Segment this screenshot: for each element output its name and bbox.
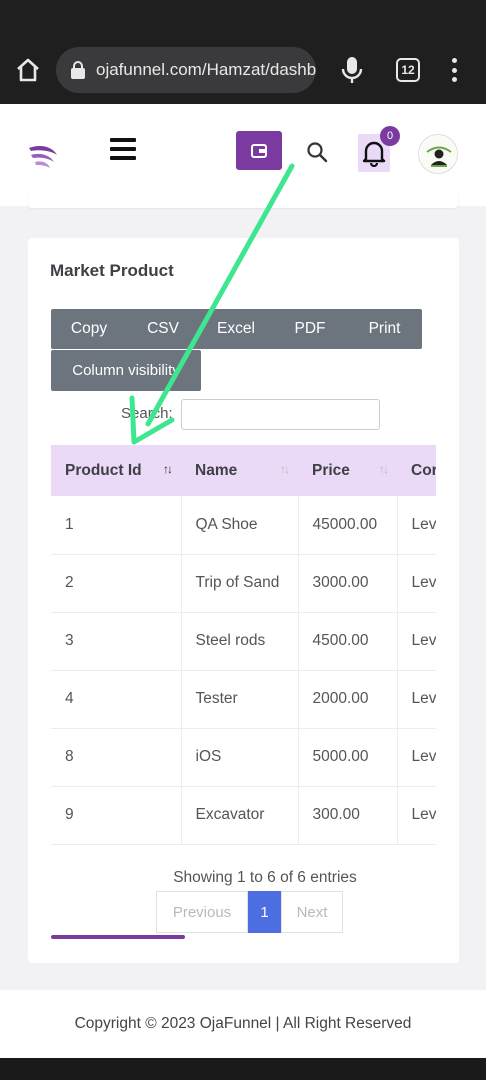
column-header-price[interactable]: Price ↑↓ [298, 445, 397, 496]
table-row: 9 Excavator 300.00 Lev [51, 786, 436, 845]
cell-product-id: 2 [51, 554, 182, 613]
csv-button[interactable]: CSV [127, 309, 199, 349]
search-icon[interactable] [305, 140, 329, 164]
pagination: Previous 1 Next [156, 891, 343, 933]
cell-name: QA Shoe [181, 496, 299, 555]
cell-name: iOS [181, 728, 299, 787]
cell-truncated: Lev [397, 612, 436, 671]
column-header-product-id[interactable]: Product Id ↑↓ [51, 445, 181, 496]
horizontal-scrollbar[interactable] [51, 935, 185, 939]
table-row: 4 Tester 2000.00 Lev [51, 670, 436, 729]
column-visibility-button[interactable]: Column visibility [51, 350, 201, 391]
table-row: 8 iOS 5000.00 Lev [51, 728, 436, 787]
status-bar [0, 0, 486, 36]
cell-price: 2000.00 [298, 670, 398, 729]
copy-button[interactable]: Copy [51, 309, 127, 349]
table-row: 1 QA Shoe 45000.00 Lev [51, 496, 436, 555]
lock-icon [71, 61, 85, 79]
product-table-container[interactable]: Product Id ↑↓ Name ↑↓ Price ↑↓ Cor 1 QA Sho… [51, 445, 436, 847]
copyright-text: Copyright © 2023 OjaFunnel | All Right R… [74, 1015, 412, 1032]
cell-price: 4500.00 [298, 612, 398, 671]
cell-name: Steel rods [181, 612, 299, 671]
table-info-text: Showing 1 to 6 of 6 entries [173, 869, 357, 886]
next-page-button[interactable]: Next [281, 891, 343, 933]
column-header-name[interactable]: Name ↑↓ [181, 445, 298, 496]
table-row: 2 Trip of Sand 3000.00 Lev [51, 554, 436, 613]
page-1-button[interactable]: 1 [248, 891, 281, 933]
table-search-input[interactable] [181, 399, 380, 430]
url-text: ojafunnel.com/Hamzat/dashb [96, 60, 316, 79]
market-product-card: Market Product Copy CSV Excel PDF Print … [28, 238, 459, 963]
notification-count-badge: 0 [380, 126, 400, 146]
wallet-button[interactable] [236, 131, 282, 170]
excel-button[interactable]: Excel [199, 309, 273, 349]
cell-name: Trip of Sand [181, 554, 299, 613]
pdf-button[interactable]: PDF [273, 309, 347, 349]
cell-product-id: 3 [51, 612, 182, 671]
column-header-truncated[interactable]: Cor [397, 445, 436, 496]
sort-icon: ↑↓ [280, 462, 290, 476]
table-row: 3 Steel rods 4500.00 Lev [51, 612, 436, 671]
card-title: Market Product [50, 261, 174, 280]
tab-switcher-button[interactable]: 12 [396, 58, 420, 82]
wallet-icon [251, 143, 267, 158]
cell-price: 300.00 [298, 786, 398, 845]
url-bar[interactable]: ojafunnel.com/Hamzat/dashb [56, 47, 316, 93]
cell-product-id: 1 [51, 496, 182, 555]
browser-toolbar: ojafunnel.com/Hamzat/dashb 12 [0, 36, 486, 104]
cell-truncated: Lev [397, 496, 436, 555]
system-navigation-bar [0, 1058, 486, 1080]
hamburger-menu-icon[interactable] [110, 138, 136, 160]
cell-name: Excavator [181, 786, 299, 845]
previous-card-edge [28, 190, 458, 208]
search-label: Search: [121, 405, 173, 422]
export-button-group: Copy CSV Excel PDF Print [51, 309, 422, 349]
more-options-icon[interactable] [446, 58, 462, 82]
cell-truncated: Lev [397, 728, 436, 787]
sort-icon: ↑↓ [379, 462, 389, 476]
cell-truncated: Lev [397, 670, 436, 729]
cell-truncated: Lev [397, 554, 436, 613]
sort-ascending-icon: ↑↓ [163, 462, 173, 476]
print-button[interactable]: Print [347, 309, 422, 349]
user-avatar[interactable] [418, 134, 458, 174]
table-header-row: Product Id ↑↓ Name ↑↓ Price ↑↓ Cor [51, 445, 436, 496]
cell-product-id: 9 [51, 786, 182, 845]
previous-page-button[interactable]: Previous [156, 891, 248, 933]
cell-price: 5000.00 [298, 728, 398, 787]
cell-truncated: Lev [397, 786, 436, 845]
footer: Copyright © 2023 OjaFunnel | All Right R… [0, 990, 486, 1058]
cell-product-id: 4 [51, 670, 182, 729]
cell-price: 45000.00 [298, 496, 398, 555]
home-icon[interactable] [14, 56, 42, 84]
cell-name: Tester [181, 670, 299, 729]
microphone-icon[interactable] [340, 55, 364, 85]
cell-price: 3000.00 [298, 554, 398, 613]
product-table: Product Id ↑↓ Name ↑↓ Price ↑↓ Cor 1 QA Sho… [51, 445, 436, 845]
ojafunnel-logo[interactable] [26, 138, 62, 174]
cell-product-id: 8 [51, 728, 182, 787]
